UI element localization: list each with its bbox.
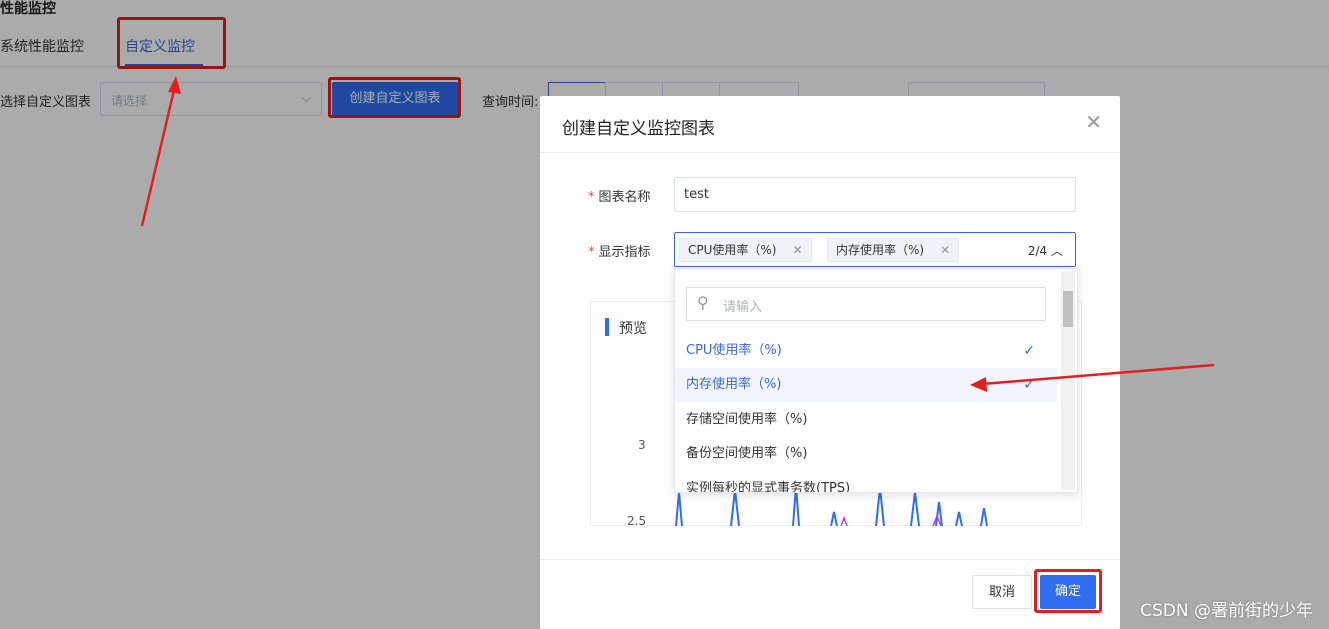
- tag-close-icon[interactable]: ✕: [940, 243, 950, 257]
- y-tick-label: 3: [638, 438, 646, 452]
- search-icon: ⚲: [697, 293, 709, 312]
- required-mark: *: [588, 190, 595, 205]
- chevron-up-icon: ︿: [1050, 244, 1063, 258]
- metric-tag: CPU使用率（%) ✕: [679, 238, 812, 262]
- dropdown-option[interactable]: 内存使用率（%) ✓: [675, 368, 1057, 402]
- annotation-box-confirm: [1034, 569, 1102, 613]
- search-placeholder: 请输入: [723, 300, 763, 315]
- preview-title-bar: [605, 318, 609, 336]
- dropdown-search-input[interactable]: ⚲ 请输入: [686, 287, 1046, 321]
- tag-close-icon[interactable]: ✕: [792, 243, 802, 257]
- chart-name-input[interactable]: test: [674, 177, 1076, 212]
- watermark: CSDN @署前街的少年: [1140, 601, 1313, 621]
- dialog-header-divider: [540, 152, 1120, 153]
- dropdown-option[interactable]: 实例每秒的显式事务数(TPS): [675, 472, 1057, 492]
- dialog-title: 创建自定义监控图表: [562, 119, 715, 139]
- dropdown-scrollbar[interactable]: [1061, 271, 1075, 490]
- close-icon[interactable]: ✕: [1085, 110, 1102, 134]
- required-mark: *: [588, 245, 595, 260]
- dialog-footer-divider: [540, 559, 1120, 560]
- preview-title: 预览: [619, 321, 647, 337]
- metrics-multiselect[interactable]: CPU使用率（%) ✕ 内存使用率（%) ✕ 2/4 ︿: [674, 232, 1076, 267]
- metrics-label: * 显示指标: [588, 245, 651, 260]
- metrics-dropdown: ⚲ 请输入 CPU使用率（%) ✓ 内存使用率（%) ✓ 存储空间使用率（%) 备份…: [674, 268, 1078, 493]
- chart-name-label: * 图表名称: [588, 190, 651, 205]
- y-tick-label: 2.5: [627, 514, 647, 528]
- check-icon: ✓: [1023, 343, 1035, 359]
- check-icon: ✓: [1023, 377, 1035, 393]
- dropdown-option[interactable]: CPU使用率（%) ✓: [675, 334, 1057, 368]
- scrollbar-thumb[interactable]: [1063, 291, 1073, 327]
- chart-name-value: test: [684, 187, 709, 202]
- selected-count: 2/4 ︿: [1027, 244, 1063, 258]
- dropdown-option[interactable]: 存储空间使用率（%): [675, 403, 1057, 437]
- dropdown-option[interactable]: 备份空间使用率（%): [675, 437, 1057, 471]
- cancel-button[interactable]: 取消: [972, 575, 1032, 609]
- metric-tag: 内存使用率（%) ✕: [827, 238, 960, 262]
